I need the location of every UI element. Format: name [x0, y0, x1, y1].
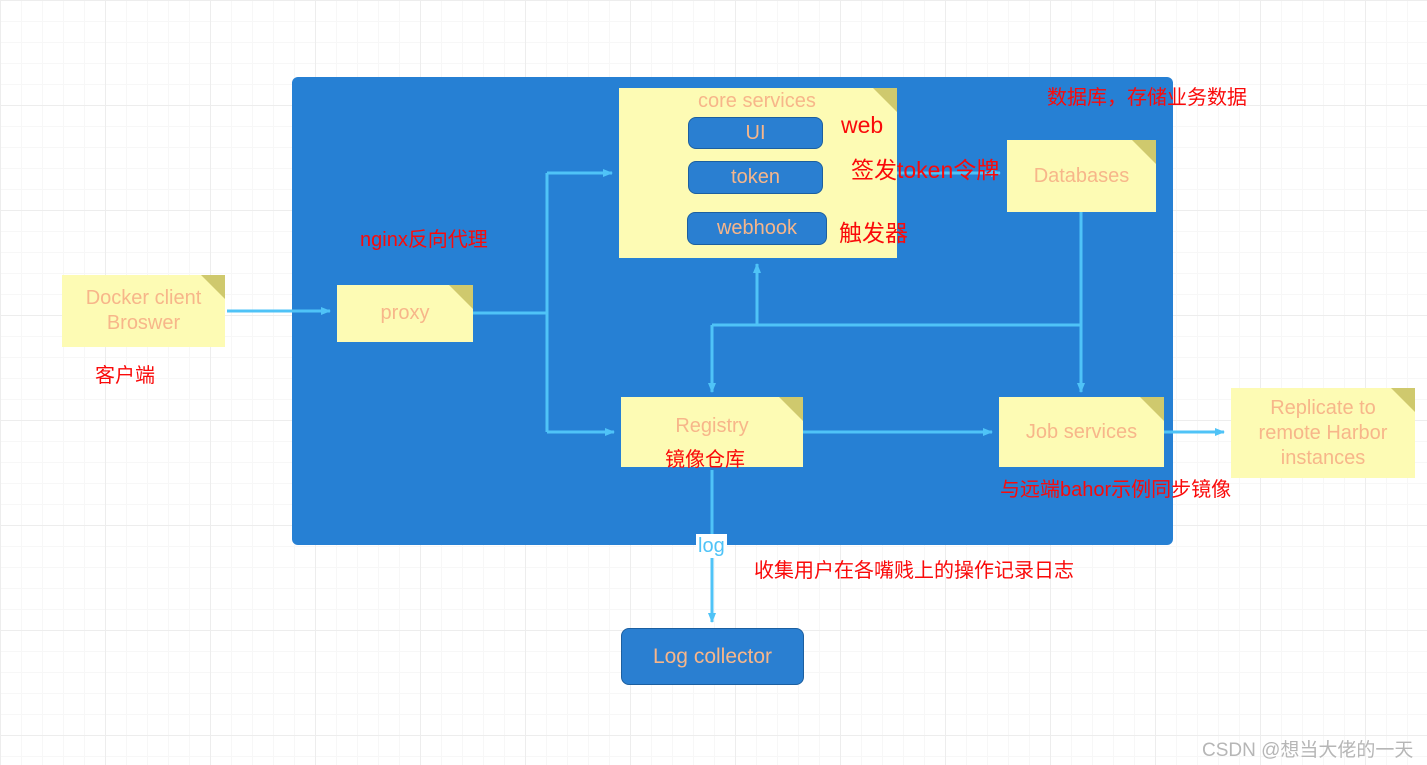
note-fold-icon — [449, 285, 473, 309]
core-services-title: core services — [698, 90, 816, 112]
node-log-collector[interactable]: Log collector — [621, 628, 804, 685]
node-job-services[interactable]: Job services — [999, 397, 1164, 467]
webhook-label: webhook — [716, 217, 798, 239]
note-fold-icon — [1132, 140, 1156, 164]
note-fold-icon — [873, 88, 897, 112]
node-ui[interactable]: UI — [688, 117, 823, 149]
annotation-web: web — [841, 112, 884, 138]
token-label: token — [731, 166, 780, 188]
job-services-label: Job services — [1025, 420, 1138, 443]
registry-label: Registry — [675, 415, 749, 437]
watermark: CSDN @想当大佬的一天 — [1202, 740, 1414, 761]
docker-client-line1: Docker client — [85, 287, 202, 309]
annotation-database-desc: 数据库，存储业务数据 — [1047, 87, 1247, 109]
node-replicate[interactable]: Replicate to remote Harbor instances — [1231, 388, 1415, 478]
node-webhook[interactable]: webhook — [687, 212, 827, 245]
node-databases[interactable]: Databases — [1007, 140, 1156, 212]
replicate-line2: remote Harbor — [1258, 421, 1388, 444]
annotation-replicate-desc: 与远端bahor示例同步镜像 — [1000, 479, 1232, 501]
diagram-canvas: Docker client Broswer 客户端 proxy nginx反向代… — [0, 0, 1427, 765]
databases-label: Databases — [1033, 164, 1130, 187]
replicate-line3: instances — [1280, 446, 1366, 469]
docker-client-line2: Broswer — [106, 312, 181, 334]
node-proxy[interactable]: proxy — [337, 285, 473, 342]
edge-label-log: log — [696, 534, 727, 558]
annotation-trigger: 触发器 — [839, 220, 908, 246]
annotation-nginx-proxy: nginx反向代理 — [360, 229, 488, 251]
replicate-line1: Replicate to — [1270, 396, 1376, 419]
ui-label: UI — [745, 121, 766, 144]
node-token[interactable]: token — [688, 161, 823, 194]
annotation-registry-desc: 镜像仓库 — [665, 449, 745, 471]
proxy-label: proxy — [380, 302, 430, 324]
note-fold-icon — [1391, 388, 1415, 412]
annotation-client: 客户端 — [95, 365, 155, 387]
log-collector-label: Log collector — [652, 644, 773, 668]
note-fold-icon — [1140, 397, 1164, 421]
annotation-log-desc: 收集用户在各嘴贱上的操作记录日志 — [754, 560, 1074, 582]
node-docker-client[interactable]: Docker client Broswer — [62, 275, 225, 347]
annotation-token-sign: 签发token令牌 — [851, 157, 1000, 183]
